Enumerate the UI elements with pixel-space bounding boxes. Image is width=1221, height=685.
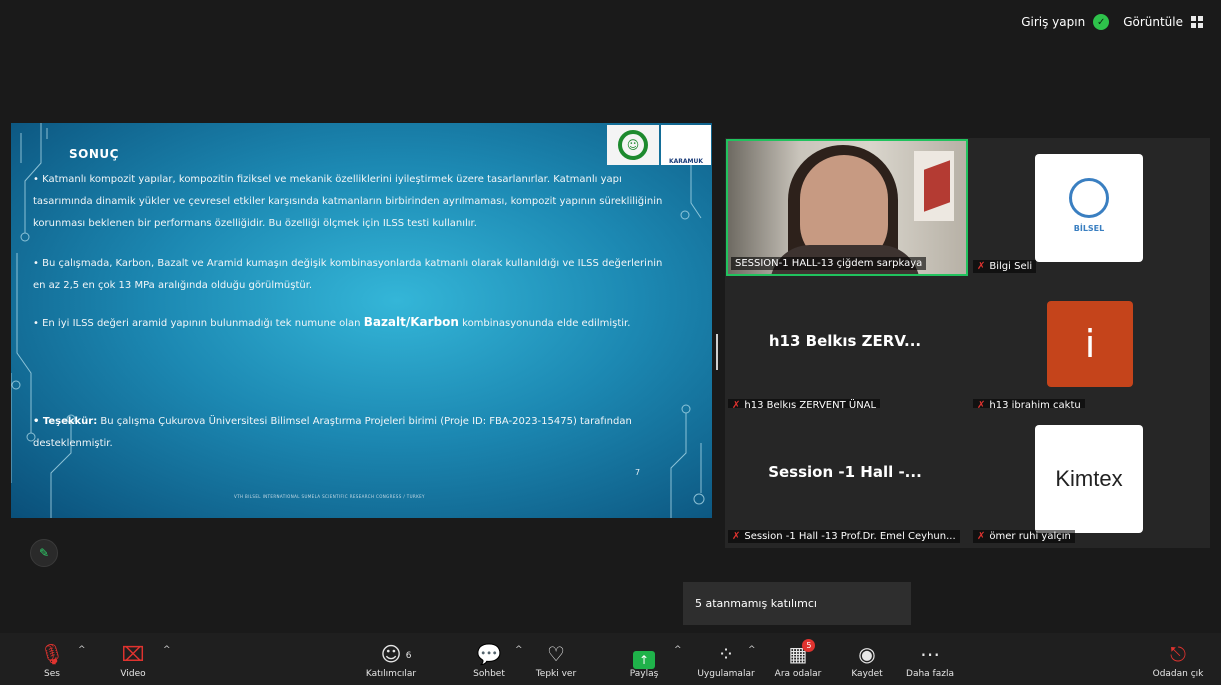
participant-tile[interactable]: i ✗ h13 ibrahim çaktu <box>970 277 1210 416</box>
audio-options-chevron-icon[interactable]: ^ <box>78 645 86 655</box>
video-label: Video <box>120 669 146 679</box>
participant-display-name: h13 Belkıs ZERV... <box>768 332 922 350</box>
breakout-rooms-icon: ▦ 5 <box>789 639 816 669</box>
slide-page-number: 7 <box>635 468 641 477</box>
participant-tile[interactable]: h13 Belkıs ZERV... ✗ h13 Belkıs ZERVENT Ü… <box>725 277 965 416</box>
share-label: Paylaş <box>629 669 659 679</box>
participants-count: 6 <box>405 651 412 661</box>
chat-options-chevron-icon[interactable]: ^ <box>515 645 523 655</box>
shared-screen-slide: ☺ KARAMUK SONUÇ • Katmanlı kompozit yapı… <box>11 123 712 518</box>
slide-paragraph-4: • Teşekkür: Bu çalışma Çukurova Üniversi… <box>33 411 673 455</box>
security-shield-icon[interactable]: ✓ <box>1093 14 1110 30</box>
participant-video: SESSION-1 HALL-13 çiğdem sarpkaya <box>726 139 968 276</box>
apps-icon: ⁘ <box>717 642 735 666</box>
apps-button[interactable]: ⁘ Uygulamalar <box>694 633 758 685</box>
apps-options-chevron-icon[interactable]: ^ <box>748 645 756 655</box>
signin-label[interactable]: Giriş yapın <box>1021 15 1085 29</box>
video-options-chevron-icon[interactable]: ^ <box>163 645 171 655</box>
audio-label: Ses <box>44 669 60 679</box>
slide-title: SONUÇ <box>69 147 119 161</box>
view-label[interactable]: Görüntüle <box>1123 15 1183 29</box>
view-button[interactable]: Görüntüle <box>1123 15 1203 29</box>
share-button[interactable]: ↑ Paylaş <box>626 633 662 685</box>
rooms-label: Ara odalar <box>774 669 822 679</box>
heart-icon: ♡ <box>547 642 565 666</box>
video-button[interactable]: ⌧ Video <box>116 633 150 685</box>
view-grid-icon <box>1191 16 1203 28</box>
more-button[interactable]: ⋯ Daha fazla <box>902 633 958 685</box>
chat-icon: 💬 <box>476 642 502 666</box>
participant-tile[interactable]: Kimtex ✗ ömer ruhi yalçın <box>970 408 1210 547</box>
mic-muted-icon: ✗ <box>732 531 741 542</box>
leave-door-icon: ⎋ <box>1170 642 1186 666</box>
split-resize-handle[interactable] <box>716 334 718 370</box>
participant-display-name: Session -1 Hall -... <box>768 463 922 481</box>
p3-post: kombinasyonunda elde edilmiştir. <box>458 318 631 329</box>
bilsel-logo: BİLSEL <box>1035 154 1143 262</box>
p4-text: Bu çalışma Çukurova Üniversitesi Bilimse… <box>33 416 632 449</box>
record-button[interactable]: ◉ Kaydet <box>848 633 886 685</box>
p3-pre: • En iyi ILSS değeri aramid yapının bulu… <box>33 318 364 329</box>
share-screen-icon: ↑ <box>633 651 655 669</box>
apps-label: Uygulamalar <box>697 669 755 679</box>
more-label: Daha fazla <box>906 669 954 679</box>
karamuk-logo: KARAMUK <box>661 125 711 165</box>
slide-paragraph-2: • Bu çalışmada, Karbon, Bazalt ve Aramid… <box>33 258 663 291</box>
meeting-toolbar: 🎙 Ses ^ ⌧ Video ^ ☺ 6 Katılımcılar 💬 Sohb… <box>0 633 1221 685</box>
audio-button[interactable]: 🎙 Ses <box>38 633 66 685</box>
participant-name: ✗ Bilgi Seli <box>973 260 1037 273</box>
leave-button[interactable]: ⎋ Odadan çık <box>1150 633 1206 685</box>
mic-muted-icon: ✗ <box>977 261 986 272</box>
breakout-rooms-button[interactable]: ▦ 5 Ara odalar <box>772 633 824 685</box>
participants-button[interactable]: ☺ 6 Katılımcılar <box>366 633 416 685</box>
unassigned-participants-tooltip: 5 atanmamış katılımcı <box>683 582 911 625</box>
leave-label: Odadan çık <box>1152 669 1204 679</box>
avatar: i <box>1047 301 1133 387</box>
slide-paragraph-1: • Katmanlı kompozit yapılar, kompozitin … <box>33 174 663 229</box>
participant-name: SESSION-1 HALL-13 çiğdem sarpkaya <box>731 257 927 270</box>
mic-muted-icon: ✗ <box>977 531 986 542</box>
gaziantep-logo: ☺ <box>607 125 659 165</box>
participant-tile[interactable]: SESSION-1 HALL-13 çiğdem sarpkaya <box>725 138 968 277</box>
record-icon: ◉ <box>858 642 876 666</box>
participants-label: Katılımcılar <box>365 669 417 679</box>
top-bar: Giriş yapın ✓ Görüntüle <box>1021 14 1203 30</box>
record-label: Kaydet <box>851 669 883 679</box>
participant-gallery: SESSION-1 HALL-13 çiğdem sarpkaya BİLSEL… <box>725 138 1210 548</box>
participant-name: ✗ ömer ruhi yalçın <box>973 530 1075 543</box>
slide-footer: VTH BILSEL INTERNATIONAL SUMELA SCIENTIF… <box>234 494 425 499</box>
p3-bold: Bazalt/Karbon <box>363 315 459 329</box>
participant-tile[interactable]: Session -1 Hall -... ✗ Session -1 Hall -1… <box>725 408 965 547</box>
share-options-chevron-icon[interactable]: ^ <box>674 645 682 655</box>
participant-name: ✗ Session -1 Hall -13 Prof.Dr. Emel Ceyhu… <box>728 530 960 543</box>
rooms-badge: 5 <box>802 639 816 652</box>
signin-link[interactable]: Giriş yapın ✓ <box>1021 14 1110 30</box>
slide-paragraph-3: • En iyi ILSS değeri aramid yapının bulu… <box>33 311 673 335</box>
react-label: Tepki ver <box>535 669 577 679</box>
react-button[interactable]: ♡ Tepki ver <box>535 633 577 685</box>
p4-bold: • Teşekkür: <box>33 416 98 427</box>
annotate-pen-icon[interactable]: ✎ <box>30 539 58 567</box>
kimtex-logo: Kimtex <box>1035 425 1143 533</box>
chat-button[interactable]: 💬 Sohbet <box>470 633 508 685</box>
participants-icon: ☺ 6 <box>380 642 412 666</box>
mic-off-icon: 🎙 <box>39 642 65 666</box>
bilsel-circle-icon <box>1069 178 1109 218</box>
participant-tile[interactable]: BİLSEL ✗ Bilgi Seli <box>970 138 1210 277</box>
more-icon: ⋯ <box>920 642 940 666</box>
camera-off-icon: ⌧ <box>121 642 145 666</box>
chat-label: Sohbet <box>473 669 505 679</box>
